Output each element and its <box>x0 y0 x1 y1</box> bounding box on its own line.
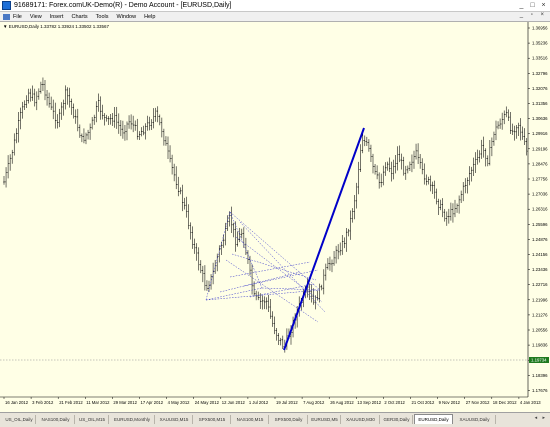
price-tick-label: 1.28476 <box>532 161 548 166</box>
price-tick-label: 1.31356 <box>532 101 548 106</box>
menu-view[interactable]: View <box>30 14 42 20</box>
price-tick-label: 1.20556 <box>532 328 548 333</box>
chart-tab[interactable]: US_OIL,M15 <box>76 415 109 424</box>
price-tick-label: 1.27756 <box>532 177 548 182</box>
menu-window[interactable]: Window <box>117 14 137 20</box>
app-icon <box>2 1 11 10</box>
chart-canvas[interactable]: 1.36956 1.35236 1.33516 1.32796 1.32076 1.313… <box>0 22 550 412</box>
window-controls: _ □ × <box>515 1 548 10</box>
date-tick-label: 21 Feb 2012 <box>59 400 83 405</box>
date-tick-label: 1 Jul 2012 <box>249 400 269 405</box>
date-tick-label: 17 Apr 2012 <box>141 400 164 405</box>
title-bar: 91689171: Forex.comUK-Demo(R) - Demo Acc… <box>0 0 550 12</box>
chart-window-icon[interactable] <box>3 13 10 20</box>
trendline <box>283 127 365 351</box>
date-tick-label: 19 Jul 2012 <box>276 400 298 405</box>
fib-channel-line <box>229 261 311 278</box>
fib-channel-line <box>235 236 323 303</box>
date-tick-label: 18 Dec 2012 <box>493 400 517 405</box>
price-tick-label: 1.29916 <box>532 131 548 136</box>
date-tick-label: 27 Nov 2012 <box>466 400 490 405</box>
price-tick-label: 1.27036 <box>532 192 548 197</box>
price-tick-label: 1.32076 <box>532 86 548 91</box>
date-tick-label: 11 Mar 2012 <box>86 400 110 405</box>
chart-tab[interactable]: NAS100,M15 <box>232 415 269 424</box>
fib-channel-line <box>205 211 231 301</box>
price-tick-label: 1.33516 <box>532 56 548 61</box>
price-tick-label: 1.17676 <box>532 388 548 393</box>
date-tick-label: 26 Aug 2012 <box>330 400 354 405</box>
close-button[interactable]: × <box>539 1 548 10</box>
chart-tab[interactable]: EURUSD,Daily <box>414 414 453 424</box>
chart-tab[interactable]: XAUUSD,Daily <box>454 415 496 424</box>
window-title: 91689171: Forex.comUK-Demo(R) - Demo Acc… <box>14 2 232 9</box>
date-tick-label: 21 Oct 2012 <box>412 400 435 405</box>
chart-info-label: ▼ EURUSD,Daily 1.33782 1.33924 1.33502 1… <box>3 24 110 29</box>
fib-channel-line <box>229 211 263 289</box>
price-tick-label: 1.25596 <box>532 222 548 227</box>
date-tick-label: 4 May 2012 <box>168 400 191 405</box>
chart-tab[interactable]: GER30,Daily <box>381 415 413 424</box>
price-tick-label: 1.21276 <box>532 312 548 317</box>
price-tick-label: 1.26316 <box>532 207 548 212</box>
chart-tab[interactable]: EURUSD,Monthly <box>110 415 155 424</box>
menu-bar: File View Insert Charts Tools Window Hel… <box>0 12 550 22</box>
price-tick-label: 1.35236 <box>532 41 548 46</box>
date-tick-label: 9 Nov 2012 <box>439 400 461 405</box>
chart-tab[interactable]: XAUUSD,M30 <box>342 415 380 424</box>
menu-tools[interactable]: Tools <box>96 14 109 20</box>
chart-tab[interactable]: NAS100,Daily <box>37 415 75 424</box>
chart-tab[interactable]: SPX500,M15 <box>194 415 231 424</box>
menu-help[interactable]: Help <box>144 14 155 20</box>
tab-scroll-arrows[interactable]: ◂ ▸ <box>535 415 547 421</box>
mdi-window-controls[interactable]: _ ▫ × <box>520 12 547 18</box>
date-tick-label: 13 Sep 2012 <box>357 400 381 405</box>
price-chart[interactable]: 1.36956 1.35236 1.33516 1.32796 1.32076 1.313… <box>0 22 550 412</box>
price-tick-label: 1.22716 <box>532 282 548 287</box>
price-tick-label: 1.32796 <box>532 71 548 76</box>
menu-file[interactable]: File <box>13 14 22 20</box>
current-price-label: 1.19734 <box>531 358 547 363</box>
date-tick-label: 29 Mar 2012 <box>113 400 137 405</box>
price-tick-label: 1.24156 <box>532 252 548 257</box>
price-tick-label: 1.19836 <box>532 343 548 348</box>
maximize-button[interactable]: □ <box>528 1 537 10</box>
fib-channel-line <box>219 271 301 293</box>
price-tick-label: 1.29196 <box>532 146 548 151</box>
date-tick-label: 12 Jun 2012 <box>222 400 246 405</box>
date-tick-label: 24 May 2012 <box>195 400 220 405</box>
date-tick-label: 16 Jan 2012 <box>5 400 29 405</box>
fib-channel-line <box>239 221 326 313</box>
menu-charts[interactable]: Charts <box>71 14 87 20</box>
chart-tab[interactable]: SPX500,Daily <box>270 415 308 424</box>
chart-tab[interactable]: EURUSD,M5 <box>309 415 341 424</box>
date-tick-label: 4 Jan 2013 <box>520 400 541 405</box>
minimize-button[interactable]: _ <box>517 1 526 10</box>
price-tick-label: 1.18396 <box>532 373 548 378</box>
chart-tab[interactable]: XAUUSD,M15 <box>156 415 193 424</box>
menu-insert[interactable]: Insert <box>50 14 64 20</box>
date-tick-label: 7 Aug 2012 <box>303 400 325 405</box>
price-tick-label: 1.24876 <box>532 237 548 242</box>
price-tick-label: 1.21996 <box>532 297 548 302</box>
chart-tab-bar: US_OIL,Daily NAS100,Daily US_OIL,M15 EURUSD… <box>0 412 550 427</box>
date-tick-label: 3 Feb 2012 <box>32 400 54 405</box>
fib-channel-line <box>205 287 263 301</box>
price-tick-label: 1.30636 <box>532 116 548 121</box>
date-tick-label: 2 Oct 2012 <box>384 400 405 405</box>
price-tick-label: 1.36956 <box>532 26 548 31</box>
chart-tab[interactable]: US_OIL,Daily <box>3 415 36 424</box>
price-tick-label: 1.23436 <box>532 267 548 272</box>
